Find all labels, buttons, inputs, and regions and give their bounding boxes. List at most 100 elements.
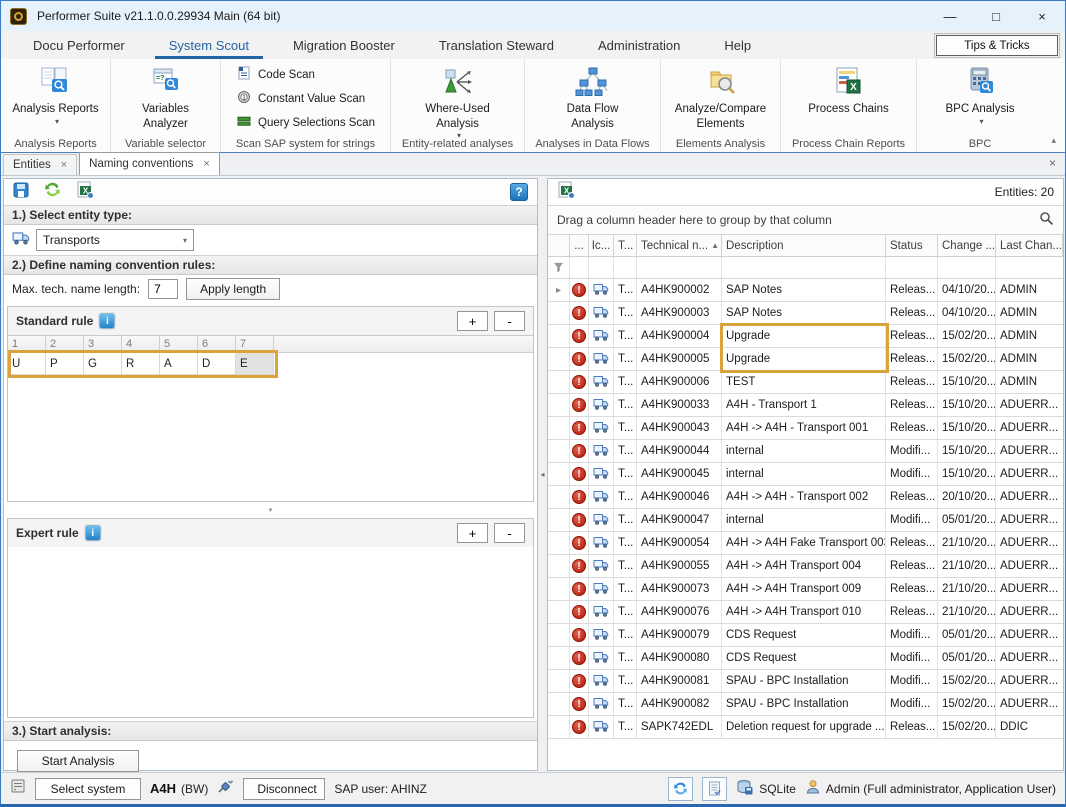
- query-selections-scan-button[interactable]: Query Selections Scan: [237, 114, 375, 131]
- panel-splitter[interactable]: ◂: [538, 178, 547, 771]
- refresh-icon[interactable]: [44, 181, 61, 203]
- process-chains-button[interactable]: X Process Chains: [808, 66, 889, 117]
- where-used-analysis-button[interactable]: Where-Used Analysis ▾: [412, 66, 504, 141]
- table-row[interactable]: T...A4HK900044internalModifi...15/10/20.…: [548, 440, 1063, 463]
- tab-system-scout[interactable]: System Scout: [155, 31, 263, 59]
- rule-cell[interactable]: R: [122, 353, 160, 375]
- col-change-date[interactable]: Change ...: [938, 235, 996, 256]
- table-row[interactable]: T...A4HK900082SPAU - BPC InstallationMod…: [548, 693, 1063, 716]
- constant-value-scan-button[interactable]: 1 Constant Value Scan: [237, 90, 365, 107]
- filter-row[interactable]: [548, 257, 1063, 279]
- rule-col-header[interactable]: 5: [160, 336, 198, 353]
- table-row[interactable]: T...A4HK900003SAP NotesReleas...04/10/20…: [548, 302, 1063, 325]
- filter-cell[interactable]: [722, 257, 886, 278]
- help-icon[interactable]: [510, 183, 528, 201]
- col-status[interactable]: Status: [886, 235, 938, 256]
- add-rule-button[interactable]: +: [457, 311, 488, 331]
- rule-col-header[interactable]: 7: [236, 336, 274, 353]
- filter-cell[interactable]: [637, 257, 722, 278]
- filter-cell[interactable]: [570, 257, 589, 278]
- horizontal-splitter[interactable]: ▾: [4, 505, 537, 515]
- apply-length-button[interactable]: Apply length: [186, 278, 280, 300]
- close-tab-icon[interactable]: ×: [203, 158, 209, 170]
- rule-col-header[interactable]: 6: [198, 336, 236, 353]
- tab-migration-booster[interactable]: Migration Booster: [279, 31, 409, 59]
- close-tab-icon[interactable]: ×: [61, 159, 67, 171]
- disconnect-button[interactable]: Disconnect: [243, 778, 325, 800]
- table-row[interactable]: T...A4HK900054A4H -> A4H Fake Transport …: [548, 532, 1063, 555]
- rule-cell-selected[interactable]: E: [236, 353, 274, 375]
- doc-tab-naming-conventions[interactable]: Naming conventions ×: [79, 152, 220, 175]
- collapse-ribbon-icon[interactable]: ▴: [1051, 135, 1056, 146]
- remove-expert-rule-button[interactable]: -: [494, 523, 525, 543]
- table-row[interactable]: T...A4HK900047internalModifi...05/01/20.…: [548, 509, 1063, 532]
- variables-analyzer-button[interactable]: =? Variables Analyzer: [120, 66, 212, 131]
- table-row[interactable]: T...A4HK900005UpgradeReleas...15/02/20..…: [548, 348, 1063, 371]
- filter-cell[interactable]: [938, 257, 996, 278]
- col-description[interactable]: Description: [722, 235, 886, 256]
- filter-cell[interactable]: [886, 257, 938, 278]
- table-row[interactable]: T...A4HK900046A4H -> A4H - Transport 002…: [548, 486, 1063, 509]
- start-analysis-button[interactable]: Start Analysis: [17, 750, 139, 772]
- table-row[interactable]: ▸T...A4HK900002SAP NotesReleas...04/10/2…: [548, 279, 1063, 302]
- table-row[interactable]: T...A4HK900043A4H -> A4H - Transport 001…: [548, 417, 1063, 440]
- filter-cell[interactable]: [614, 257, 637, 278]
- tips-tricks-button[interactable]: Tips & Tricks: [936, 35, 1058, 56]
- select-system-button[interactable]: Select system: [35, 778, 141, 800]
- bpc-analysis-button[interactable]: BPC Analysis ▾: [945, 66, 1014, 127]
- tab-help[interactable]: Help: [710, 31, 765, 59]
- filter-cell[interactable]: [589, 257, 614, 278]
- tab-administration[interactable]: Administration: [584, 31, 694, 59]
- doc-tab-entities[interactable]: Entities ×: [3, 154, 77, 175]
- max-length-input[interactable]: [148, 279, 178, 299]
- col-row-indicator[interactable]: [548, 235, 570, 256]
- table-row[interactable]: T...A4HK900080CDS RequestModifi...05/01/…: [548, 647, 1063, 670]
- rule-cell[interactable]: U: [8, 353, 46, 375]
- rule-cell[interactable]: A: [160, 353, 198, 375]
- search-icon[interactable]: [1039, 211, 1054, 229]
- table-row[interactable]: T...A4HK900081SPAU - BPC InstallationMod…: [548, 670, 1063, 693]
- group-by-bar[interactable]: Drag a column header here to group by th…: [548, 205, 1063, 235]
- rule-col-header[interactable]: 4: [122, 336, 160, 353]
- excel-export-icon[interactable]: X: [557, 181, 575, 204]
- log-document-button[interactable]: [702, 777, 727, 801]
- col-last-changed-by[interactable]: Last Chan...: [996, 235, 1063, 256]
- tab-translation-steward[interactable]: Translation Steward: [425, 31, 568, 59]
- rule-col-header[interactable]: 1: [8, 336, 46, 353]
- rule-col-header[interactable]: 2: [46, 336, 84, 353]
- minimize-button[interactable]: —: [927, 1, 973, 31]
- close-panel-icon[interactable]: ×: [1049, 156, 1056, 170]
- table-row[interactable]: T...A4HK900073A4H -> A4H Transport 009Re…: [548, 578, 1063, 601]
- tab-docu-performer[interactable]: Docu Performer: [19, 31, 139, 59]
- code-scan-button[interactable]: Code Scan: [237, 66, 315, 83]
- data-flow-analysis-button[interactable]: Data Flow Analysis: [547, 66, 639, 131]
- table-row[interactable]: T...SAPK742EDLDeletion request for upgra…: [548, 716, 1063, 739]
- col-dots[interactable]: ...: [570, 235, 589, 256]
- row-expander-icon[interactable]: ▸: [556, 285, 561, 296]
- rule-cell[interactable]: P: [46, 353, 84, 375]
- col-technical-name[interactable]: Technical n... ▲: [637, 235, 722, 256]
- add-expert-rule-button[interactable]: +: [457, 523, 488, 543]
- col-icon[interactable]: Ic...: [589, 235, 614, 256]
- close-button[interactable]: ×: [1019, 1, 1065, 31]
- analyze-compare-elements-button[interactable]: Analyze/Compare Elements: [675, 66, 767, 131]
- table-row[interactable]: T...A4HK900004UpgradeReleas...15/02/20..…: [548, 325, 1063, 348]
- table-row[interactable]: T...A4HK900033A4H - Transport 1Releas...…: [548, 394, 1063, 417]
- refresh-connection-button[interactable]: [668, 777, 693, 801]
- filter-cell[interactable]: [996, 257, 1063, 278]
- table-row[interactable]: T...A4HK900006TESTReleas...15/10/20...AD…: [548, 371, 1063, 394]
- table-row[interactable]: T...A4HK900076A4H -> A4H Transport 010Re…: [548, 601, 1063, 624]
- entity-type-dropdown[interactable]: Transports ▾: [36, 229, 194, 251]
- analysis-reports-button[interactable]: Analysis Reports ▾: [12, 66, 98, 127]
- rule-cell[interactable]: G: [84, 353, 122, 375]
- table-row[interactable]: T...A4HK900045internalModifi...15/10/20.…: [548, 463, 1063, 486]
- info-icon[interactable]: i: [99, 313, 115, 329]
- info-icon[interactable]: i: [85, 525, 101, 541]
- remove-rule-button[interactable]: -: [494, 311, 525, 331]
- col-type[interactable]: T...: [614, 235, 637, 256]
- table-row[interactable]: T...A4HK900055A4H -> A4H Transport 004Re…: [548, 555, 1063, 578]
- rule-col-header[interactable]: 3: [84, 336, 122, 353]
- rule-cell[interactable]: D: [198, 353, 236, 375]
- maximize-button[interactable]: □: [973, 1, 1019, 31]
- save-icon[interactable]: [13, 182, 29, 203]
